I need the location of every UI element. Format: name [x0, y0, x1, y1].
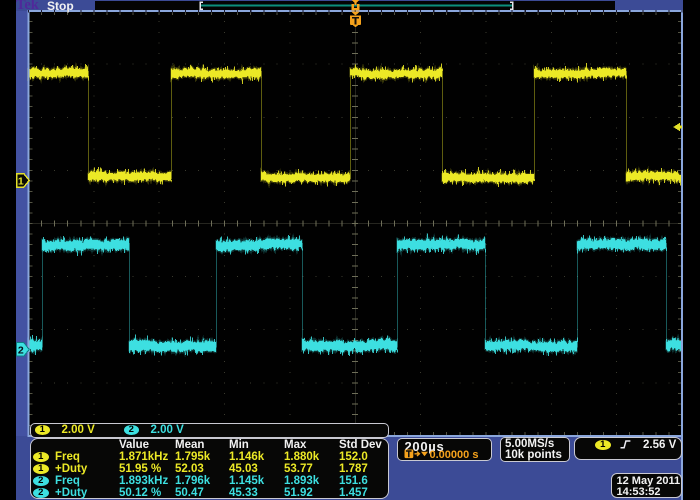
svg-text:1: 1 [18, 175, 24, 187]
svg-text:2: 2 [18, 344, 24, 356]
